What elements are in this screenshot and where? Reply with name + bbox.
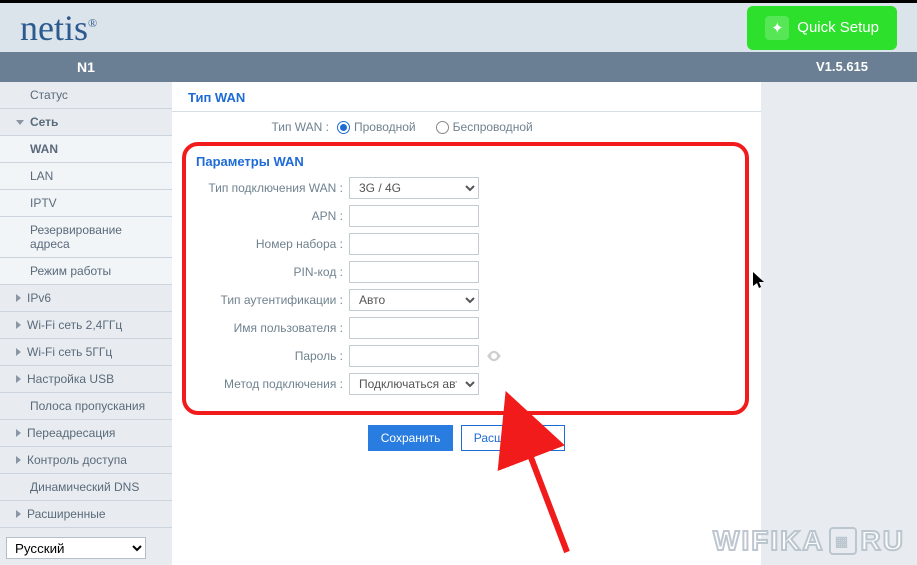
language-select-wrap: Русский xyxy=(6,537,166,559)
sidebar-item-3[interactable]: LAN xyxy=(0,163,172,190)
password-input[interactable] xyxy=(349,345,479,367)
conn-type-label: Тип подключения WAN : xyxy=(194,181,349,195)
sidebar-item-9[interactable]: Wi-Fi сеть 5ГГц xyxy=(0,339,172,366)
sidebar-item-4[interactable]: IPTV xyxy=(0,190,172,217)
arrow-annotation-icon xyxy=(467,442,587,565)
dial-input[interactable] xyxy=(349,233,479,255)
wand-icon: ✦ xyxy=(765,16,789,40)
sidebar-item-10[interactable]: Настройка USB xyxy=(0,366,172,393)
sidebar-item-14[interactable]: Динамический DNS xyxy=(0,474,172,501)
chevron-icon xyxy=(16,375,21,383)
sidebar-item-label: Резервирование адреса xyxy=(30,223,164,251)
conn-type-select[interactable]: 3G / 4G xyxy=(349,177,479,199)
version-label: V1.5.615 xyxy=(767,52,917,82)
sidebar-item-label: Динамический DNS xyxy=(30,480,139,494)
cursor-icon xyxy=(753,272,767,295)
sidebar-item-label: Переадресация xyxy=(27,426,115,440)
model-label: N1 xyxy=(0,52,172,82)
method-select[interactable]: Подключаться автоматически xyxy=(349,373,479,395)
brand-logo: netis® xyxy=(20,7,97,49)
radio-icon xyxy=(436,121,449,134)
sub-bar: N1 V1.5.615 xyxy=(0,52,917,82)
sidebar: Статус Сеть WAN LAN IPTV Резервирование адрес… xyxy=(0,82,172,565)
wan-type-label: Тип WAN : xyxy=(172,120,337,134)
quick-setup-button[interactable]: ✦ Quick Setup xyxy=(747,6,897,50)
sidebar-item-label: Wi-Fi сеть 2,4ГГц xyxy=(27,318,122,332)
sidebar-item-label: Контроль доступа xyxy=(27,453,127,467)
watermark: WIFIKA▦RU xyxy=(713,525,905,557)
advanced-button[interactable]: Расширенные xyxy=(461,425,566,451)
radio-wired[interactable]: Проводной xyxy=(337,120,416,134)
eye-icon[interactable] xyxy=(485,347,503,365)
sidebar-item-label: Настройка USB xyxy=(27,372,114,386)
sidebar-item-15[interactable]: Расширенные xyxy=(0,501,172,528)
highlight-box: Параметры WAN Тип подключения WAN :3G / … xyxy=(182,142,749,415)
sidebar-item-label: Режим работы xyxy=(30,264,111,278)
params-title: Параметры WAN xyxy=(194,150,737,177)
dial-label: Номер набора : xyxy=(194,237,349,251)
sidebar-item-6[interactable]: Режим работы xyxy=(0,258,172,285)
radio-icon xyxy=(337,121,350,134)
chevron-icon xyxy=(16,120,24,125)
method-label: Метод подключения : xyxy=(194,377,349,391)
sidebar-item-12[interactable]: Переадресация xyxy=(0,420,172,447)
chevron-icon xyxy=(16,294,21,302)
right-gutter xyxy=(767,82,917,565)
user-label: Имя пользователя : xyxy=(194,321,349,335)
sidebar-item-7[interactable]: IPv6 xyxy=(0,285,172,312)
sidebar-item-13[interactable]: Контроль доступа xyxy=(0,447,172,474)
language-select[interactable]: Русский xyxy=(6,537,146,559)
sidebar-item-2[interactable]: WAN xyxy=(0,136,172,163)
chevron-icon xyxy=(16,510,21,518)
wan-type-row: Тип WAN : Проводной Беспроводной xyxy=(172,112,761,142)
chevron-icon xyxy=(16,429,21,437)
chevron-icon xyxy=(16,321,21,329)
sidebar-item-label: LAN xyxy=(30,169,53,183)
sidebar-item-1[interactable]: Сеть xyxy=(0,109,172,136)
radio-wireless[interactable]: Беспроводной xyxy=(436,120,533,134)
sidebar-item-label: IPTV xyxy=(30,196,57,210)
apn-label: APN : xyxy=(194,209,349,223)
save-button[interactable]: Сохранить xyxy=(368,425,454,451)
username-input[interactable] xyxy=(349,317,479,339)
sidebar-item-label: Статус xyxy=(30,88,68,102)
sidebar-item-8[interactable]: Wi-Fi сеть 2,4ГГц xyxy=(0,312,172,339)
sidebar-item-11[interactable]: Полоса пропускания xyxy=(0,393,172,420)
button-row: Сохранить Расширенные xyxy=(172,425,761,451)
content-panel: Тип WAN Тип WAN : Проводной Беспроводной… xyxy=(172,82,767,565)
pin-label: PIN-код : xyxy=(194,265,349,279)
auth-select[interactable]: Авто xyxy=(349,289,479,311)
apn-input[interactable] xyxy=(349,205,479,227)
sidebar-item-label: Полоса пропускания xyxy=(30,399,145,413)
chevron-icon xyxy=(16,456,21,464)
sidebar-item-label: IPv6 xyxy=(27,291,51,305)
chevron-icon xyxy=(16,348,21,356)
quick-setup-label: Quick Setup xyxy=(797,19,879,36)
sidebar-item-label: Wi-Fi сеть 5ГГц xyxy=(27,345,112,359)
sidebar-item-0[interactable]: Статус xyxy=(0,82,172,109)
pin-input[interactable] xyxy=(349,261,479,283)
auth-label: Тип аутентификации : xyxy=(194,293,349,307)
pass-label: Пароль : xyxy=(194,349,349,363)
sidebar-item-label: WAN xyxy=(30,142,58,156)
section-title: Тип WAN xyxy=(172,82,761,112)
top-bar: netis® ✦ Quick Setup xyxy=(0,0,917,52)
sidebar-item-label: Расширенные xyxy=(27,507,106,521)
sidebar-item-5[interactable]: Резервирование адреса xyxy=(0,217,172,258)
sidebar-item-16[interactable]: TR-069 xyxy=(0,528,172,531)
sidebar-item-label: Сеть xyxy=(30,115,58,129)
